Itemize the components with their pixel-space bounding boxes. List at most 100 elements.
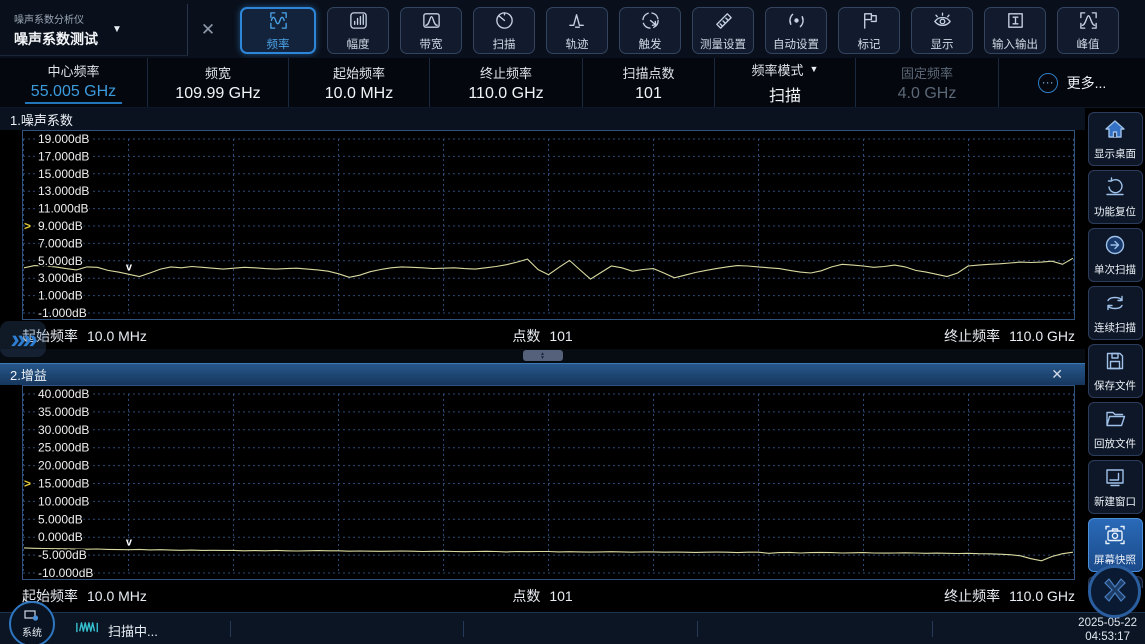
close-gain-chart-button[interactable]: ✕ [1051, 366, 1063, 383]
gain-chart-panel: 2.增益 ✕ 40.000dB 35.000dB 30.000dB 25.000dB 2… [0, 363, 1085, 609]
param-start-frequency[interactable]: 起始频率 10.0 MHz [289, 58, 430, 107]
noise-figure-analyzer-app: 噪声系数分析仪 噪声系数测试 ▼ ✕ 频率 幅度 带宽 扫描 [0, 0, 1145, 644]
statusbar-divider [697, 621, 698, 637]
auto-setup-icon [786, 10, 807, 34]
measure-setup-icon [713, 10, 734, 34]
svg-text:3.000dB: 3.000dB [38, 271, 83, 285]
sidebar-button-screenshot[interactable]: 屏幕快照 [1088, 518, 1143, 572]
sidebar-button-continuous-sweep[interactable]: 连续扫描 [1088, 286, 1143, 340]
param-center-frequency[interactable]: 中心频率 55.005 GHz [0, 58, 148, 107]
stop-frequency-label: 终止频率 [944, 328, 1000, 344]
points-value: 101 [549, 328, 572, 344]
svg-text:40.000dB: 40.000dB [38, 387, 89, 401]
stop-frequency-value: 110.0 GHz [1009, 588, 1075, 604]
scan-status: 扫描中... [75, 620, 158, 640]
chart-splitter[interactable]: ▲ ▼ [0, 349, 1085, 363]
reset-icon [1103, 175, 1127, 202]
points-label: 点数 [512, 588, 540, 604]
sidebar-button-save-file[interactable]: 保存文件 [1088, 344, 1143, 398]
expand-panel-handle[interactable]: »» [0, 321, 46, 357]
gain-trace-svg: 40.000dB 35.000dB 30.000dB 25.000dB 20.000dB… [23, 386, 1074, 579]
svg-text:35.000dB: 35.000dB [38, 405, 89, 419]
continuous-sweep-icon [1103, 291, 1127, 318]
bandwidth-icon [421, 10, 442, 34]
svg-text:-1.000dB: -1.000dB [38, 306, 87, 319]
toolbar-button-marker[interactable]: 标记 [838, 7, 900, 54]
toolbar-button-trigger[interactable]: 触发 [619, 7, 681, 54]
svg-text:13.000dB: 13.000dB [38, 184, 89, 198]
splitter-down-icon: ▼ [540, 356, 545, 360]
toolbar-button-measure-setup[interactable]: 测量设置 [692, 7, 754, 54]
gain-chart-footer: 起始频率10.0 MHz 点数101 终止频率110.0 GHz [0, 580, 1085, 609]
svg-text:11.000dB: 11.000dB [38, 202, 89, 216]
close-measurement-button[interactable]: ✕ [188, 4, 228, 56]
toolbar-button-peak[interactable]: 峰值 [1057, 7, 1119, 54]
points-value: 101 [549, 588, 572, 604]
gain-chart-title[interactable]: 2.增益 ✕ [0, 363, 1085, 385]
toolbar-button-frequency[interactable]: 频率 [240, 7, 316, 54]
stop-frequency-label: 终止频率 [944, 588, 1000, 604]
gain-plot: 40.000dB 35.000dB 30.000dB 25.000dB 20.000dB… [22, 385, 1075, 580]
toolbar-button-sweep[interactable]: 扫描 [473, 7, 535, 54]
double-chevron-icon: »» [9, 324, 36, 354]
toolbar-button-bandwidth[interactable]: 带宽 [400, 7, 462, 54]
toolbar-button-amplitude[interactable]: 幅度 [327, 7, 389, 54]
measurement-mode-selector[interactable]: 噪声系数分析仪 噪声系数测试 ▼ [0, 4, 188, 56]
sidebar: 显示桌面 功能复位 单次扫描 连续扫描 保存文件 回放文件 [1085, 108, 1145, 612]
svg-text:5.000dB: 5.000dB [38, 254, 83, 268]
svg-text:20.000dB: 20.000dB [38, 459, 89, 473]
svg-text:15.000dB: 15.000dB [38, 167, 89, 181]
statusbar-divider [932, 621, 933, 637]
more-params-button[interactable]: ··· 更多... [999, 58, 1145, 107]
toolbar-button-trace[interactable]: 轨迹 [546, 7, 608, 54]
sidebar-button-function-reset[interactable]: 功能复位 [1088, 170, 1143, 224]
sidebar-button-single-sweep[interactable]: 单次扫描 [1088, 228, 1143, 282]
cross-compass-icon [1100, 575, 1130, 608]
navigation-cross-button[interactable] [1088, 565, 1141, 618]
toolbar: 频率 幅度 带宽 扫描 轨迹 触发 [240, 4, 1119, 54]
noise-figure-chart-panel: 1.噪声系数 19.000dB17.000dB15.000dB13.000dB1… [0, 108, 1085, 349]
param-span[interactable]: 频宽 109.99 GHz [148, 58, 289, 107]
svg-text:25.000dB: 25.000dB [38, 441, 89, 455]
sidebar-button-show-desktop[interactable]: 显示桌面 [1088, 112, 1143, 166]
splitter-handle[interactable]: ▲ ▼ [523, 350, 563, 361]
statusbar: 系统 扫描中... 2025-05-22 04:53:17 [0, 612, 1145, 644]
param-fixed-frequency: 固定频率 4.0 GHz [856, 58, 999, 107]
datetime-display: 2025-05-22 04:53:17 [1078, 616, 1137, 644]
noise-figure-plot: 19.000dB17.000dB15.000dB13.000dB11.000dB… [22, 130, 1075, 320]
param-frequency-mode[interactable]: 频率模式▼ 扫描 [715, 58, 856, 107]
svg-text:30.000dB: 30.000dB [38, 423, 89, 437]
topbar: 噪声系数分析仪 噪声系数测试 ▼ ✕ 频率 幅度 带宽 扫描 [0, 0, 1145, 58]
toolbar-button-input-output[interactable]: 输入输出 [984, 7, 1046, 54]
param-sweep-points[interactable]: 扫描点数 101 [583, 58, 715, 107]
flag-marker-icon [859, 10, 880, 34]
svg-text:9.000dB: 9.000dB [38, 219, 83, 233]
date-text: 2025-05-22 [1078, 616, 1137, 630]
new-window-icon [1103, 465, 1127, 492]
svg-text:0.000dB: 0.000dB [38, 530, 83, 544]
svg-text:-10.000dB: -10.000dB [38, 566, 93, 579]
stop-frequency-value: 110.0 GHz [1009, 328, 1075, 344]
points-label: 点数 [512, 328, 540, 344]
toolbar-button-auto-setup[interactable]: 自动设置 [765, 7, 827, 54]
noise-figure-trace-svg: 19.000dB17.000dB15.000dB13.000dB11.000dB… [23, 131, 1074, 319]
toolbar-button-display[interactable]: 显示 [911, 7, 973, 54]
svg-text:v: v [126, 261, 133, 273]
main-area: 1.噪声系数 19.000dB17.000dB15.000dB13.000dB1… [0, 108, 1145, 612]
caret-down-icon: ▼ [112, 24, 122, 35]
sweep-icon [494, 10, 515, 34]
waveform-icon [75, 620, 101, 640]
sidebar-button-new-window[interactable]: 新建窗口 [1088, 460, 1143, 514]
statusbar-divider [230, 621, 231, 637]
svg-text:10.000dB: 10.000dB [38, 494, 89, 508]
amplitude-icon [348, 10, 369, 34]
param-stop-frequency[interactable]: 终止频率 110.0 GHz [430, 58, 583, 107]
measurement-mode-title: 噪声系数测试 [14, 29, 98, 49]
device-name: 噪声系数分析仪 [14, 11, 98, 26]
svg-text:15.000dB: 15.000dB [38, 477, 89, 491]
charts-column: 1.噪声系数 19.000dB17.000dB15.000dB13.000dB1… [0, 108, 1085, 612]
system-menu-button[interactable]: 系统 [9, 601, 55, 644]
sidebar-button-playback-file[interactable]: 回放文件 [1088, 402, 1143, 456]
svg-text:>: > [24, 219, 31, 233]
eye-display-icon [932, 10, 953, 34]
